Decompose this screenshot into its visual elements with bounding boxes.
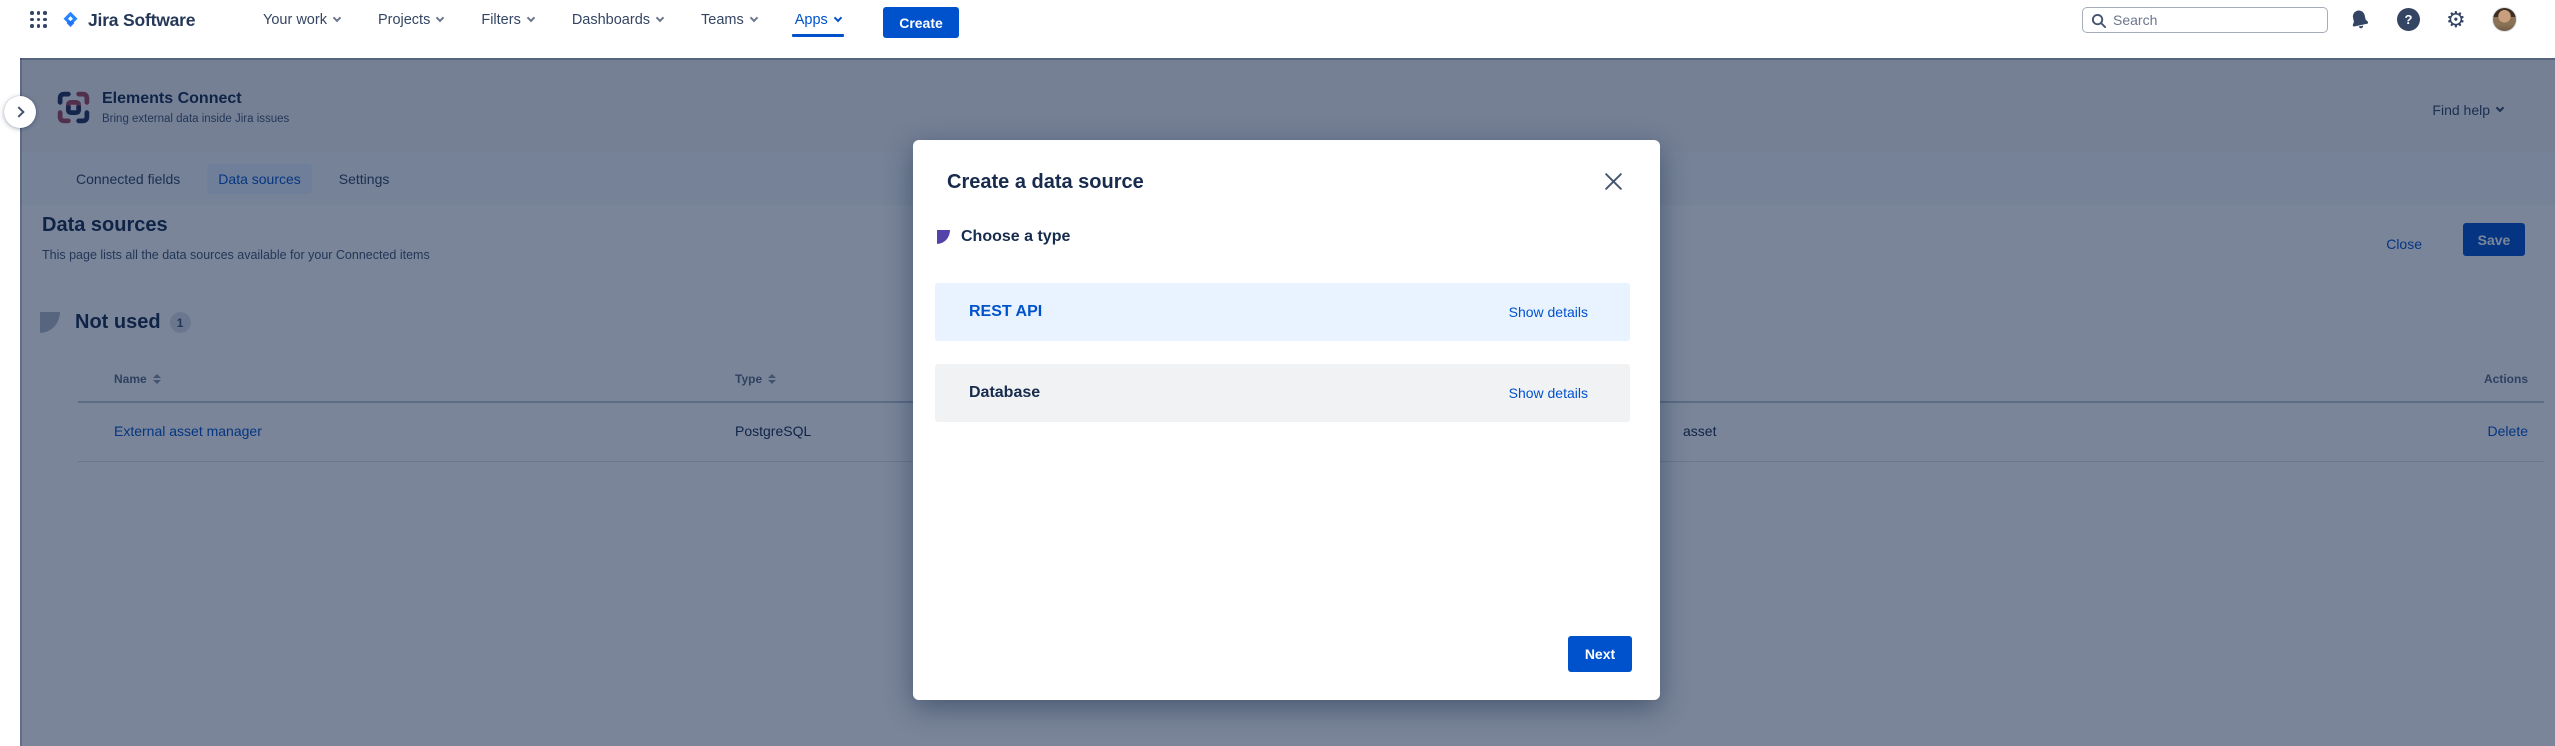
step-label: Choose a type (961, 228, 1070, 246)
chevron-down-icon (527, 14, 535, 22)
modal-step-header: Choose a type (937, 228, 1070, 246)
nav-item-filters[interactable]: Filters (481, 2, 533, 38)
close-icon[interactable] (1598, 166, 1628, 196)
nav-item-dashboards[interactable]: Dashboards (572, 2, 663, 38)
show-details-link[interactable]: Show details (1509, 385, 1588, 401)
chevron-down-icon (834, 14, 842, 22)
next-button[interactable]: Next (1568, 636, 1632, 672)
chevron-down-icon (656, 14, 664, 22)
nav-item-teams[interactable]: Teams (701, 2, 757, 38)
option-database[interactable]: Database Show details (935, 364, 1630, 422)
settings-gear-icon[interactable]: ⚙ (2446, 8, 2466, 32)
user-avatar[interactable] (2492, 7, 2517, 32)
step-petal-icon (937, 230, 950, 244)
sidebar-expand-button[interactable] (4, 96, 36, 128)
chevron-right-icon (13, 106, 24, 117)
option-name: Database (969, 384, 1040, 402)
nav-row: Jira Software Your work Projects Filters… (0, 0, 2555, 40)
search-input[interactable] (2113, 12, 2319, 28)
top-navigation: Jira Software Your work Projects Filters… (0, 0, 2555, 58)
chevron-down-icon (333, 14, 341, 22)
option-name: REST API (969, 303, 1042, 321)
nav-item-your-work[interactable]: Your work (263, 2, 340, 38)
nav-right-icons: ? ⚙ (2348, 7, 2517, 32)
create-button[interactable]: Create (883, 7, 959, 38)
help-icon[interactable]: ? (2397, 8, 2420, 31)
nav-item-apps[interactable]: Apps (795, 2, 841, 38)
nav-menu: Your work Projects Filters Dashboards Te… (263, 0, 841, 40)
notifications-bell-icon[interactable] (2346, 6, 2373, 33)
app-switcher-icon[interactable] (30, 11, 47, 28)
chevron-down-icon (749, 14, 757, 22)
jira-mark-icon (60, 10, 81, 31)
search-box[interactable] (2082, 7, 2328, 33)
show-details-link[interactable]: Show details (1509, 304, 1588, 320)
jira-logo[interactable]: Jira Software (60, 6, 195, 34)
create-data-source-modal: Create a data source Choose a type REST … (913, 140, 1660, 700)
search-icon (2091, 13, 2106, 28)
product-name: Jira Software (88, 10, 195, 31)
nav-item-projects[interactable]: Projects (378, 2, 443, 38)
modal-title: Create a data source (947, 171, 1144, 194)
option-rest-api[interactable]: REST API Show details (935, 283, 1630, 341)
chevron-down-icon (436, 14, 444, 22)
